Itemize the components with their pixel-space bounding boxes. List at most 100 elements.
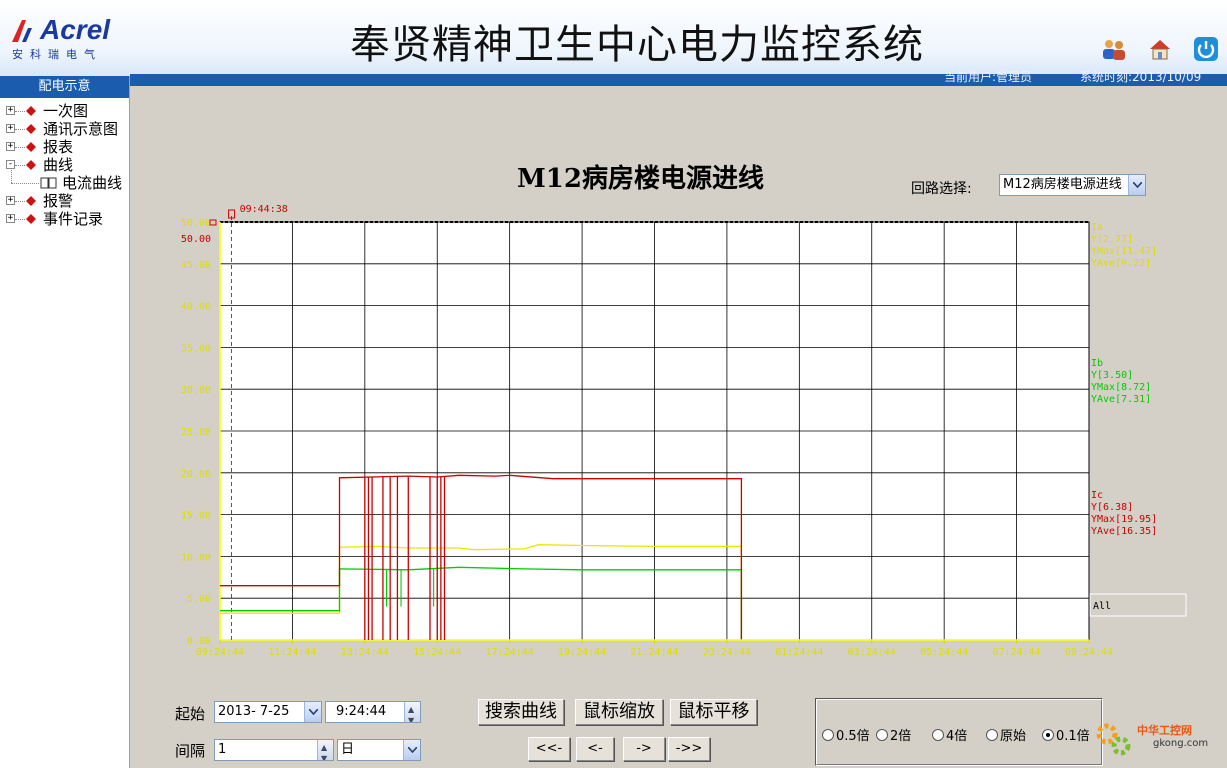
open-book-icon <box>40 177 57 189</box>
search-curve-button[interactable]: 搜索曲线 <box>478 699 564 725</box>
radio-scale-2x[interactable]: 2倍 <box>876 725 911 744</box>
chevron-down-icon[interactable] <box>304 702 321 722</box>
legend-value: Y[6.38] <box>1091 502 1133 513</box>
power-icon[interactable] <box>1191 34 1221 64</box>
x-tick-label: 21:24:44 <box>630 647 678 658</box>
tree-item-event-log[interactable]: + 事件记录 <box>0 210 129 228</box>
start-time-field[interactable]: 9:24:44 <box>325 701 421 723</box>
x-tick-label: 15:24:44 <box>413 647 461 658</box>
expand-icon[interactable]: + <box>6 196 15 205</box>
cursor-time-label: 09:44:38 <box>240 204 288 215</box>
sidebar: 配电示意 + 一次图 + 通讯示意图 + 报表 - 曲线 电流曲线 + 报警 +… <box>0 76 130 768</box>
start-label: 起始 <box>175 705 206 723</box>
next-page-button[interactable]: -> <box>623 737 665 761</box>
x-tick-label: 19:24:44 <box>558 647 606 658</box>
main-panel: M12病房楼电源进线 回路选择: M12病房楼电源进线 0.00 5.00 10.0… <box>131 86 1227 768</box>
radio-icon[interactable] <box>822 728 834 741</box>
interval-spinner-icon[interactable] <box>317 740 333 760</box>
legend-avg: YAve[16.35] <box>1091 526 1157 537</box>
time-spinner-icon[interactable] <box>404 702 420 722</box>
prev-page-button[interactable]: <- <box>576 737 614 761</box>
nav-tree: + 一次图 + 通讯示意图 + 报表 - 曲线 电流曲线 + 报警 + 事件记录 <box>0 98 129 228</box>
expand-icon[interactable]: + <box>6 142 15 151</box>
tree-item-curves[interactable]: - 曲线 <box>0 156 129 174</box>
mouse-zoom-button[interactable]: 鼠标缩放 <box>575 699 663 725</box>
gear-icon <box>1096 723 1131 756</box>
tree-item-primary-diagram[interactable]: + 一次图 <box>0 102 129 120</box>
legend-name: Ib <box>1091 358 1103 369</box>
page-title: 奉贤精神卫生中心电力监控系统 <box>350 22 924 68</box>
y-tick-label: 45.00 <box>181 260 211 271</box>
users-icon[interactable] <box>1099 34 1129 64</box>
y-tick-label: 10.00 <box>181 552 211 563</box>
radio-icon[interactable] <box>876 728 888 741</box>
legend-max: YMax[19.95] <box>1091 514 1157 525</box>
legend-all-label: All <box>1093 601 1111 612</box>
brand-name: Acrel <box>40 14 111 45</box>
expand-icon[interactable]: + <box>6 214 15 223</box>
interval-unit-select[interactable]: 日 <box>337 739 421 761</box>
legend-value: Y[2.77] <box>1091 234 1133 245</box>
tree-item-alarms[interactable]: + 报警 <box>0 192 129 210</box>
x-tick-label: 09:24:44 <box>1065 647 1113 658</box>
brand-subtitle: 安科瑞电气 <box>12 48 102 61</box>
x-tick-label: 03:24:44 <box>848 647 896 658</box>
tree-item-comm-diagram[interactable]: + 通讯示意图 <box>0 120 129 138</box>
mouse-pan-button[interactable]: 鼠标平移 <box>670 699 757 725</box>
tree-item-reports[interactable]: + 报表 <box>0 138 129 156</box>
legend-max: YMax[8.72] <box>1091 382 1151 393</box>
last-page-button[interactable]: ->> <box>668 737 710 761</box>
start-date-field[interactable]: 2013- 7-25 <box>214 701 322 723</box>
current-user: 当前用户:管理员 <box>944 70 1033 84</box>
zoom-scale-group: 0.5倍 2倍 4倍 原始 0.1倍 <box>815 698 1103 766</box>
interval-field[interactable]: 1 <box>214 739 334 761</box>
y-top-label: 50.00 <box>181 234 211 245</box>
legend-value: Y[3.50] <box>1091 370 1133 381</box>
app-header: Acrel 安科瑞电气 奉贤精神卫生中心电力监控系统 当前用户:管理员 系统时刻… <box>0 0 1227 86</box>
sidebar-title: 配电示意 <box>0 76 129 98</box>
book-icon <box>26 124 36 134</box>
x-tick-label: 01:24:44 <box>775 647 823 658</box>
gkong-watermark: 中华工控网 gkong.com <box>1093 716 1227 766</box>
legend-name: Ia <box>1091 222 1103 233</box>
radio-scale-0-1x[interactable]: 0.1倍 <box>1042 725 1090 744</box>
chevron-down-icon[interactable] <box>403 740 420 760</box>
system-time: 系统时刻:2013/10/09 <box>1080 70 1202 84</box>
home-icon[interactable] <box>1145 34 1175 64</box>
x-tick-label: 11:24:44 <box>268 647 316 658</box>
first-page-button[interactable]: <<- <box>528 737 570 761</box>
x-tick-label: 07:24:44 <box>992 647 1040 658</box>
current-chart[interactable]: 0.00 5.00 10.00 15.00 20.00 25.00 30.00 35.00 40… <box>181 198 1191 688</box>
radio-icon[interactable] <box>986 728 998 741</box>
interval-label: 间隔 <box>175 742 206 760</box>
loop-select[interactable]: M12病房楼电源进线 <box>999 174 1146 196</box>
legend-name: Ic <box>1091 490 1103 501</box>
radio-scale-original[interactable]: 原始 <box>986 725 1026 744</box>
legend-avg: YAve[7.31] <box>1091 394 1151 405</box>
y-tick-label: 20.00 <box>181 469 211 480</box>
chevron-down-icon[interactable] <box>1128 175 1145 195</box>
tree-item-current-curve[interactable]: 电流曲线 <box>0 168 129 192</box>
legend-max: YMax[11.47] <box>1091 246 1157 257</box>
expand-icon[interactable]: + <box>6 124 15 133</box>
radio-icon[interactable] <box>932 728 944 741</box>
y-tick-label: 25.00 <box>181 427 211 438</box>
y-tick-label: 50.00 <box>181 218 211 229</box>
legend-avg: YAve[9.22] <box>1091 258 1151 269</box>
book-icon <box>26 106 36 116</box>
radio-selected-icon[interactable] <box>1042 728 1054 741</box>
x-tick-label: 23:24:44 <box>703 647 751 658</box>
y-tick-label: 5.00 <box>187 594 211 605</box>
radio-scale-4x[interactable]: 4倍 <box>932 725 967 744</box>
radio-scale-0-5x[interactable]: 0.5倍 <box>822 725 870 744</box>
acrel-logo: Acrel 安科瑞电气 <box>10 14 130 62</box>
y-tick-label: 15.00 <box>181 511 211 522</box>
y-tick-label: 40.00 <box>181 302 211 313</box>
x-tick-label: 17:24:44 <box>486 647 534 658</box>
y-tick-label: 0.00 <box>187 636 211 647</box>
expand-icon[interactable]: + <box>6 106 15 115</box>
x-tick-label: 09:24:44 <box>196 647 244 658</box>
x-tick-label: 05:24:44 <box>920 647 968 658</box>
book-icon <box>26 160 36 170</box>
y-tick-label: 30.00 <box>181 385 211 396</box>
